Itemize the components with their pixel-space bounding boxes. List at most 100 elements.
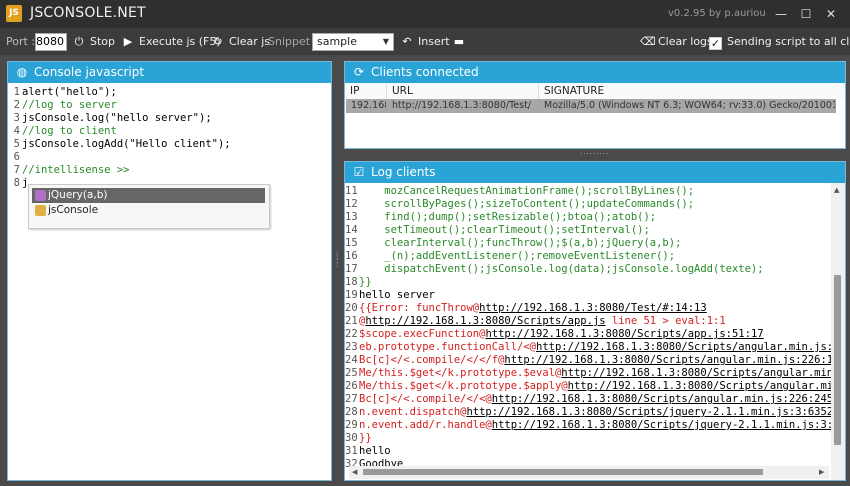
log-line: 18}} <box>345 276 372 289</box>
scroll-right-icon[interactable]: ▶ <box>819 468 824 476</box>
log-text: _(n);addEventListener();removeEventListe… <box>359 250 676 262</box>
log-text: dispatchEvent();jsConsole.log(data);jsCo… <box>359 263 764 275</box>
clear-logs-button[interactable]: ⌫ Clear logs <box>640 33 713 51</box>
line-number: 6 <box>13 151 20 163</box>
log-text: Me/this.$get</k.prototype.$eval@ <box>359 367 562 379</box>
log-link[interactable]: http://192.168.1.3:8080/Test/#:14:13 <box>479 302 707 314</box>
clear-js-button[interactable]: ↻ Clear js <box>211 33 270 51</box>
stop-label: Stop <box>90 35 116 48</box>
minimize-button[interactable]: — <box>770 4 792 24</box>
clients-connected-panel: ⟳ Clients connected IP URL SIGNATURE 192… <box>344 61 846 149</box>
log-output[interactable]: 11 mozCancelRequestAnimationFrame();scro… <box>345 183 845 480</box>
scrollbar-thumb[interactable] <box>834 275 841 445</box>
table-row[interactable]: 192.168.1.3 http://192.168.1.3:8080/Test… <box>346 99 836 113</box>
intellisense-item-jsconsole[interactable]: jsConsole <box>32 203 265 218</box>
stop-button[interactable]: ⏻ Stop <box>72 33 115 51</box>
log-line: 19hello server <box>345 289 435 302</box>
console-panel-title: Console javascript <box>34 65 145 79</box>
log-line: 28n.event.dispatch@http://192.168.1.3:80… <box>345 406 833 419</box>
vertical-splitter[interactable]: :::: <box>333 61 343 481</box>
log-line: 21@http://192.168.1.3:8080/Scripts/app.j… <box>345 315 726 328</box>
editor-line[interactable]: 5 jsConsole.logAdd("Hello client"); <box>8 138 231 151</box>
log-link[interactable]: http://192.168.1.3:8080/Scripts/angular.… <box>561 367 845 379</box>
log-line: 20{{Error: funcThrow@http://192.168.1.3:… <box>345 302 707 315</box>
scroll-left-icon[interactable]: ◀ <box>352 468 357 476</box>
horizontal-splitter[interactable]: ········· <box>344 150 846 160</box>
log-horizontal-scrollbar[interactable]: ◀ ▶ <box>349 466 829 479</box>
editor-line[interactable]: 1 alert("hello"); <box>8 86 117 99</box>
column-header-signature[interactable]: SIGNATURE <box>539 83 845 99</box>
editor-line[interactable]: 3 jsConsole.log("hello server"); <box>8 112 212 125</box>
maximize-button[interactable]: ☐ <box>795 4 817 24</box>
log-link[interactable]: http://192.168.1.3:8080/Scripts/angular.… <box>568 380 845 392</box>
clients-panel-title: Clients connected <box>371 65 479 79</box>
line-number: 1 <box>13 86 20 98</box>
port-label: Port : <box>6 35 36 48</box>
editor-line[interactable]: 7//intellisense >> <box>8 164 130 177</box>
refresh-icon: ⟳ <box>353 65 365 79</box>
editor-line[interactable]: 8j <box>8 177 29 190</box>
log-text: setTimeout();clearTimeout();setInterval(… <box>359 224 650 236</box>
line-number: 11 <box>345 185 358 197</box>
line-number: 28 <box>345 406 358 418</box>
snippet-select[interactable]: sample ▼ <box>312 33 394 51</box>
log-text: Me/this.$get</k.prototype.$apply@ <box>359 380 568 392</box>
port-input[interactable]: 8080 <box>35 33 67 51</box>
log-vertical-scrollbar[interactable]: ▲ <box>831 183 845 480</box>
editor-line[interactable]: 4//log to client <box>8 125 117 138</box>
version-label: v0.2.95 by p.auriou <box>668 8 766 19</box>
code-text: //log to server <box>22 99 117 111</box>
method-icon <box>35 190 46 201</box>
scroll-up-icon[interactable]: ▲ <box>834 186 839 194</box>
execute-js-button[interactable]: ▶ Execute js (F5) <box>121 33 221 51</box>
log-link[interactable]: http://192.168.1.3:8080/Scripts/jquery-2… <box>466 406 833 418</box>
insert-label: Insert <box>418 35 450 48</box>
clear-logs-label: Clear logs <box>658 35 713 48</box>
scrollbar-thumb[interactable] <box>363 469 763 475</box>
log-text: $scope.execFunction@ <box>359 328 486 340</box>
log-line: 11 mozCancelRequestAnimationFrame();scro… <box>345 185 694 198</box>
log-text: clearInterval();funcThrow();$(a,b);jQuer… <box>359 237 682 249</box>
close-button[interactable]: ✕ <box>820 4 842 24</box>
column-header-ip[interactable]: IP <box>345 83 387 99</box>
line-number: 7 <box>13 164 20 176</box>
send-all-toggle[interactable]: ✓ Sending script to all clients <box>709 33 850 51</box>
send-all-checkbox[interactable]: ✓ <box>709 37 722 50</box>
line-number: 16 <box>345 250 358 262</box>
folder-icon: ▬ <box>453 35 465 48</box>
line-number: 17 <box>345 263 358 275</box>
log-panel-title: Log clients <box>371 165 436 179</box>
log-link[interactable]: http://192.168.1.3:8080/Scripts/angular.… <box>492 393 833 405</box>
clients-panel-header: ⟳ Clients connected <box>345 62 845 83</box>
line-number: 19 <box>345 289 358 301</box>
editor-line[interactable]: 6 <box>8 151 22 164</box>
client-ip: 192.168.1.3 <box>351 100 386 111</box>
open-folder-button[interactable]: ▬ <box>452 33 470 51</box>
intellisense-item-label: jQuery(a,b) <box>48 189 108 201</box>
log-text: {{Error: funcThrow@ <box>359 302 480 314</box>
object-icon <box>35 205 46 216</box>
log-link[interactable]: http://192.168.1.3:8080/Scripts/angular.… <box>536 341 845 353</box>
line-number: 3 <box>13 112 20 124</box>
intellisense-item-jquery[interactable]: jQuery(a,b) <box>32 188 265 203</box>
code-editor[interactable]: 1 alert("hello"); 2//log to server 3 jsConso… <box>8 83 331 480</box>
line-number: 31 <box>345 445 358 457</box>
log-link[interactable]: http://192.168.1.3:8080/Scripts/app.js <box>365 315 605 327</box>
log-text: n.event.add/r.handle@ <box>359 419 492 431</box>
log-text: mozCancelRequestAnimationFrame();scrollB… <box>359 185 695 197</box>
play-icon: ▶ <box>123 35 133 48</box>
line-number: 29 <box>345 419 358 431</box>
log-link[interactable]: http://192.168.1.3:8080/Scripts/jquery-2… <box>492 419 845 431</box>
log-link[interactable]: http://192.168.1.3:8080/Scripts/angular.… <box>504 354 845 366</box>
editor-line[interactable]: 2//log to server <box>8 99 117 112</box>
log-line: 31hello <box>345 445 391 458</box>
line-number: 8 <box>13 177 20 189</box>
log-link[interactable]: http://192.168.1.3:8080/Scripts/app.js:5… <box>485 328 763 340</box>
line-number: 12 <box>345 198 358 210</box>
log-panel-header: ☑ Log clients <box>345 162 845 183</box>
log-text: }} <box>359 276 372 288</box>
line-number: 15 <box>345 237 358 249</box>
insert-button[interactable]: ↶ Insert <box>400 33 450 51</box>
column-header-url[interactable]: URL <box>387 83 539 99</box>
log-line: 24Bc[c]</<.compile/</</f@http://192.168.… <box>345 354 845 367</box>
